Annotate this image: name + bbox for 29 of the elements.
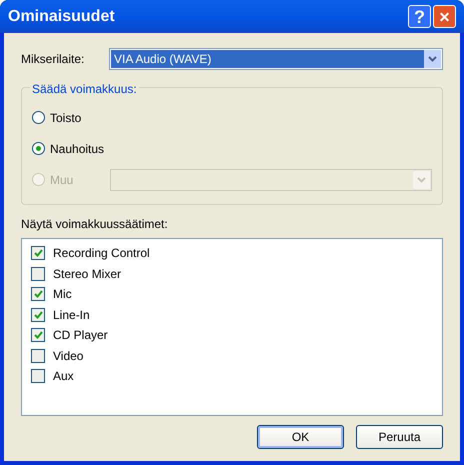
dialog-button[interactable]: OK: [257, 425, 344, 449]
radio-label: Toisto: [50, 110, 82, 126]
checkbox-label: Stereo Mixer: [53, 266, 122, 283]
dialog-button[interactable]: Peruuta: [356, 425, 443, 449]
checkbox[interactable]: [31, 348, 45, 363]
checkbox[interactable]: [31, 246, 45, 260]
radio-button[interactable]: [32, 111, 45, 124]
radio-label: Nauhoitus: [50, 140, 106, 158]
checkbox[interactable]: [31, 266, 45, 281]
checkbox[interactable]: [31, 287, 45, 302]
radio-label: Muu: [50, 172, 74, 188]
checkbox-label: Line-In: [53, 306, 90, 324]
checkbox[interactable]: [31, 308, 45, 322]
help-button[interactable]: ?: [408, 5, 431, 28]
checkbox-label: Mic: [53, 286, 72, 304]
mixer-dropdown[interactable]: VIA Audio (WAVE): [109, 48, 443, 70]
checkbox-label: Recording Control: [53, 245, 150, 262]
checkbox[interactable]: [31, 369, 45, 384]
mixer-label: Mikserilaite:: [21, 51, 86, 68]
checkbox-label: CD Player: [53, 327, 108, 344]
checkbox-label: Aux: [53, 368, 74, 386]
controls-label: Näytä voimakkuussäätimet:: [21, 216, 169, 233]
close-button[interactable]: ×: [433, 5, 456, 28]
radio-button[interactable]: [32, 142, 45, 155]
chevron-down-icon: [428, 56, 437, 62]
checkbox-label: Video: [53, 348, 84, 365]
checkbox[interactable]: [31, 328, 45, 342]
chevron-down-icon: [417, 176, 426, 182]
window-title: Ominaisuudet: [8, 6, 116, 26]
